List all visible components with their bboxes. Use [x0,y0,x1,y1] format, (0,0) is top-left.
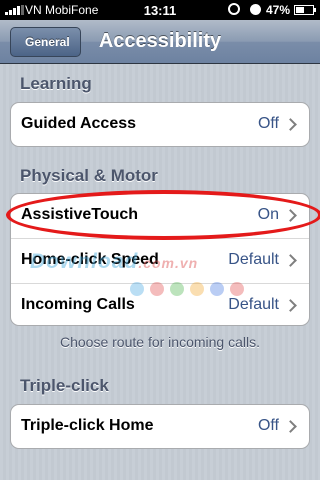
battery-icon [294,5,316,15]
row-label: Incoming Calls [21,296,135,313]
row-label: Guided Access [21,115,137,132]
row-value: Off [257,417,279,434]
section-header-physical-motor: Physical & Motor [20,166,158,185]
section-footer-incoming-calls: Choose route for incoming calls. [60,334,260,350]
section-header-learning: Learning [20,74,92,93]
row-guided-access[interactable]: Guided Access Off [11,103,309,146]
navigation-bar: General Accessibility [0,20,320,64]
page-title: Accessibility [98,30,222,52]
row-value: Default [228,251,279,268]
group-learning: Guided Access Off [10,102,310,147]
row-value: On [257,206,279,223]
row-value: Default [228,296,279,313]
row-label: AssistiveTouch [21,206,139,223]
row-label: Triple-click Home [21,417,154,434]
chevron-right-icon [284,420,297,433]
group-triple-click: Triple-click Home Off [10,404,310,449]
chevron-right-icon [284,209,297,222]
chevron-right-icon [284,299,297,312]
alarm-icon [250,4,261,15]
row-assistivetouch[interactable]: AssistiveTouch On [11,194,309,238]
battery-percent: 47% [266,3,291,17]
section-header-triple-click: Triple-click [20,376,109,395]
rotation-lock-icon [228,3,240,15]
row-triple-click-home[interactable]: Triple-click Home Off [11,405,309,448]
chevron-right-icon [284,254,297,267]
chevron-right-icon [284,118,297,131]
watermark-dots [130,282,244,296]
watermark-logo: Download.com.vn [30,250,199,273]
status-bar: VN MobiFone 13:11 47% [0,0,320,20]
row-value: Off [257,115,279,132]
